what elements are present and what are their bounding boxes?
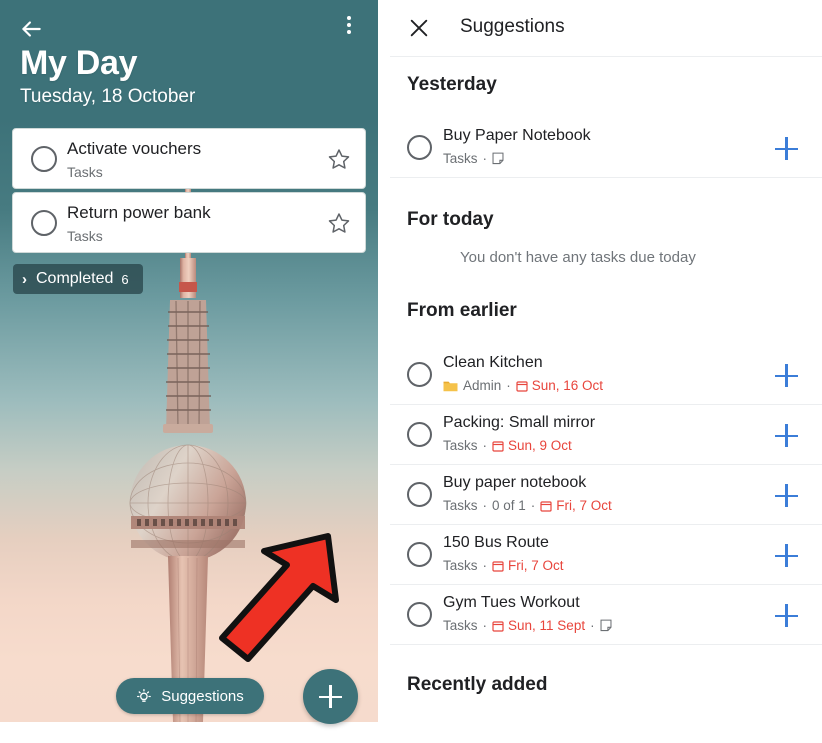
calendar-icon — [516, 380, 528, 392]
star-outline-icon[interactable] — [327, 211, 351, 235]
task-card[interactable]: Return power bank Tasks — [12, 192, 366, 253]
list-name: Admin — [463, 378, 502, 393]
due-date: Sun, 11 Sept — [508, 618, 586, 633]
suggestion-meta: Tasks · 0 of 1 · Fri, 7 Oct — [443, 498, 612, 513]
suggestion-title: Packing: Small mirror — [443, 414, 596, 431]
due-date: Sun, 9 Oct — [508, 438, 572, 453]
meta-separator: · — [530, 498, 536, 513]
suggestion-checkbox[interactable] — [407, 602, 432, 627]
suggestion-checkbox[interactable] — [407, 362, 432, 387]
suggestion-meta: Tasks · Sun, 9 Oct — [443, 438, 572, 453]
suggestions-panel: Suggestions Yesterday Buy Paper Notebook… — [390, 0, 822, 743]
add-suggestion-button[interactable] — [775, 544, 798, 567]
menu-dot — [347, 16, 351, 20]
section-header-recently-added: Recently added — [407, 674, 548, 695]
suggestion-checkbox[interactable] — [407, 542, 432, 567]
add-suggestion-button[interactable] — [775, 424, 798, 447]
suggestion-meta: Tasks · Sun, 11 Sept · — [443, 618, 612, 633]
suggestion-row[interactable]: Gym Tues Workout Tasks · Sun, 11 Sept · — [390, 585, 822, 645]
calendar-icon — [492, 560, 504, 572]
header-background-photo — [0, 0, 378, 722]
task-list-name: Tasks — [67, 228, 103, 244]
suggestion-title: Buy Paper Notebook — [443, 127, 591, 144]
subtask-progress: 0 of 1 — [492, 498, 526, 513]
due-date: Fri, 7 Oct — [556, 498, 612, 513]
app-bar — [0, 10, 378, 44]
suggestions-button-label: Suggestions — [161, 687, 244, 705]
suggestions-button[interactable]: Suggestions — [116, 678, 264, 714]
task-list-name: Tasks — [67, 164, 103, 180]
add-task-fab[interactable] — [303, 669, 358, 724]
list-name: Tasks — [443, 438, 478, 453]
menu-dot — [347, 30, 351, 34]
meta-separator: · — [482, 618, 488, 633]
calendar-icon — [540, 500, 552, 512]
suggestion-meta: Tasks · Fri, 7 Oct — [443, 558, 564, 573]
meta-separator: · — [482, 438, 488, 453]
suggestions-header: Suggestions — [390, 0, 822, 57]
suggestion-row[interactable]: Buy Paper Notebook Tasks · — [390, 118, 822, 178]
meta-separator: · — [482, 558, 488, 573]
back-arrow-icon[interactable] — [18, 16, 44, 42]
list-name: Tasks — [443, 498, 478, 513]
note-icon — [600, 619, 612, 632]
suggestion-row[interactable]: Buy paper notebook Tasks · 0 of 1 · Fri,… — [390, 465, 822, 525]
add-suggestion-button[interactable] — [775, 364, 798, 387]
task-title: Activate vouchers — [67, 139, 202, 158]
suggestion-row[interactable]: Clean Kitchen Admin · Sun, 16 Oct — [390, 345, 822, 405]
folder-icon — [443, 381, 458, 391]
suggestion-row[interactable]: 150 Bus Route Tasks · Fri, 7 Oct — [390, 525, 822, 585]
more-vertical-icon[interactable] — [338, 16, 360, 42]
completed-section-toggle[interactable]: › Completed 6 — [13, 264, 143, 294]
lightbulb-icon — [137, 688, 152, 702]
close-icon[interactable] — [408, 17, 430, 39]
task-title: Return power bank — [67, 203, 211, 222]
list-name: Tasks — [443, 558, 478, 573]
meta-separator: · — [482, 151, 488, 166]
list-name: Tasks — [443, 618, 478, 633]
my-day-screen: My Day Tuesday, 18 October Activate vouc… — [0, 0, 378, 743]
calendar-icon — [492, 620, 504, 632]
suggestion-meta: Tasks · — [443, 151, 504, 166]
suggestion-title: Clean Kitchen — [443, 354, 543, 371]
list-name: Tasks — [443, 151, 478, 166]
suggestion-title: Gym Tues Workout — [443, 594, 580, 611]
suggestion-meta: Admin · Sun, 16 Oct — [443, 378, 603, 393]
suggestion-title: 150 Bus Route — [443, 534, 549, 551]
suggestion-title: Buy paper notebook — [443, 474, 587, 491]
page-title: My Day — [20, 44, 138, 82]
chevron-right-icon: › — [22, 270, 27, 288]
suggestion-checkbox[interactable] — [407, 482, 432, 507]
task-checkbox[interactable] — [31, 210, 57, 236]
section-header-yesterday: Yesterday — [407, 74, 497, 95]
note-icon — [492, 152, 504, 165]
section-header-for-today: For today — [407, 209, 494, 230]
suggestion-checkbox[interactable] — [407, 422, 432, 447]
suggestions-title: Suggestions — [460, 16, 565, 37]
meta-separator: · — [590, 618, 595, 633]
due-date: Fri, 7 Oct — [508, 558, 564, 573]
add-suggestion-button[interactable] — [775, 604, 798, 627]
calendar-icon — [492, 440, 504, 452]
due-date: Sun, 16 Oct — [531, 378, 604, 393]
suggestion-checkbox[interactable] — [407, 135, 432, 160]
empty-state-text: You don't have any tasks due today — [460, 249, 696, 266]
section-header-from-earlier: From earlier — [407, 300, 517, 321]
completed-label: Completed — [36, 270, 114, 287]
add-suggestion-button[interactable] — [775, 137, 798, 160]
page-subtitle-date: Tuesday, 18 October — [20, 86, 196, 107]
task-card[interactable]: Activate vouchers Tasks — [12, 128, 366, 189]
meta-separator: · — [506, 378, 511, 393]
star-outline-icon[interactable] — [327, 147, 351, 171]
completed-count-badge: 6 — [121, 271, 129, 287]
suggestion-row[interactable]: Packing: Small mirror Tasks · Sun, 9 Oct — [390, 405, 822, 465]
add-suggestion-button[interactable] — [775, 484, 798, 507]
meta-separator: · — [482, 498, 488, 513]
menu-dot — [347, 23, 351, 27]
task-checkbox[interactable] — [31, 146, 57, 172]
